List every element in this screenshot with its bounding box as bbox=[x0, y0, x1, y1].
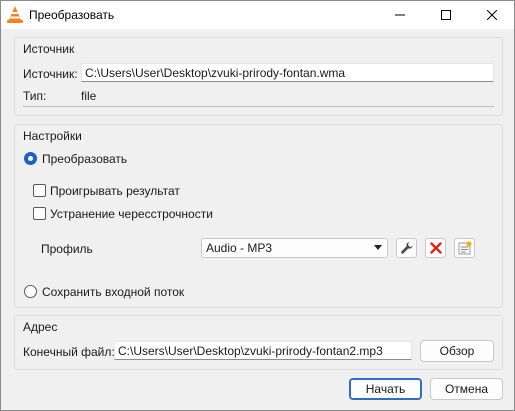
new-profile-icon bbox=[458, 241, 472, 255]
deinterlace-label[interactable]: Устранение чересстрочности bbox=[50, 207, 213, 221]
profile-select-value: Audio - MP3 bbox=[206, 241, 273, 255]
red-x-icon bbox=[429, 242, 442, 254]
window-title: Преобразовать bbox=[29, 8, 115, 22]
destination-file-field[interactable]: C:\Users\User\Desktop\zvuki-prirody-font… bbox=[114, 341, 412, 360]
profile-label: Профиль bbox=[41, 242, 93, 256]
deinterlace-checkbox[interactable] bbox=[33, 207, 46, 220]
play-result-label[interactable]: Проигрывать результат bbox=[50, 184, 180, 198]
wrench-icon bbox=[400, 242, 413, 254]
source-separator bbox=[23, 106, 494, 107]
start-button[interactable]: Начать bbox=[349, 378, 422, 400]
chevron-down-icon bbox=[374, 245, 382, 250]
destination-file-label: Конечный файл: bbox=[23, 345, 115, 359]
profile-select[interactable]: Audio - MP3 bbox=[201, 238, 388, 258]
vlc-cone-icon bbox=[7, 6, 23, 23]
title-bar: Преобразовать bbox=[1, 1, 514, 29]
destination-group-title: Адрес bbox=[23, 320, 58, 334]
type-value: file bbox=[81, 89, 97, 103]
source-group-title: Источник bbox=[23, 42, 75, 56]
convert-dialog: Преобразовать Источник Источник: C:\User… bbox=[0, 0, 515, 411]
maximize-button[interactable] bbox=[423, 1, 469, 29]
browse-button[interactable]: Обзор bbox=[420, 340, 494, 362]
source-label: Источник: bbox=[23, 67, 78, 81]
new-profile-button[interactable] bbox=[454, 238, 475, 258]
save-raw-label[interactable]: Сохранить входной поток bbox=[42, 285, 184, 299]
minimize-icon bbox=[395, 14, 405, 16]
destination-group: Адрес Конечный файл: C:\Users\User\Deskt… bbox=[14, 315, 503, 370]
save-raw-radio[interactable] bbox=[24, 285, 37, 298]
maximize-icon bbox=[441, 10, 451, 20]
cancel-button[interactable]: Отмена bbox=[430, 378, 503, 400]
edit-profile-button[interactable] bbox=[396, 238, 417, 258]
minimize-button[interactable] bbox=[377, 1, 423, 29]
convert-radio[interactable] bbox=[24, 152, 37, 165]
source-group: Источник Источник: C:\Users\User\Desktop… bbox=[14, 37, 503, 116]
close-button[interactable] bbox=[469, 1, 515, 29]
type-label: Тип: bbox=[23, 89, 47, 103]
delete-profile-button[interactable] bbox=[425, 238, 446, 258]
source-path-field[interactable]: C:\Users\User\Desktop\zvuki-prirody-font… bbox=[81, 63, 494, 82]
close-icon bbox=[487, 10, 497, 20]
settings-group: Настройки Преобразовать Проигрывать резу… bbox=[14, 124, 503, 308]
settings-group-title: Настройки bbox=[23, 129, 82, 143]
play-result-checkbox[interactable] bbox=[33, 184, 46, 197]
convert-radio-label[interactable]: Преобразовать bbox=[42, 152, 127, 166]
